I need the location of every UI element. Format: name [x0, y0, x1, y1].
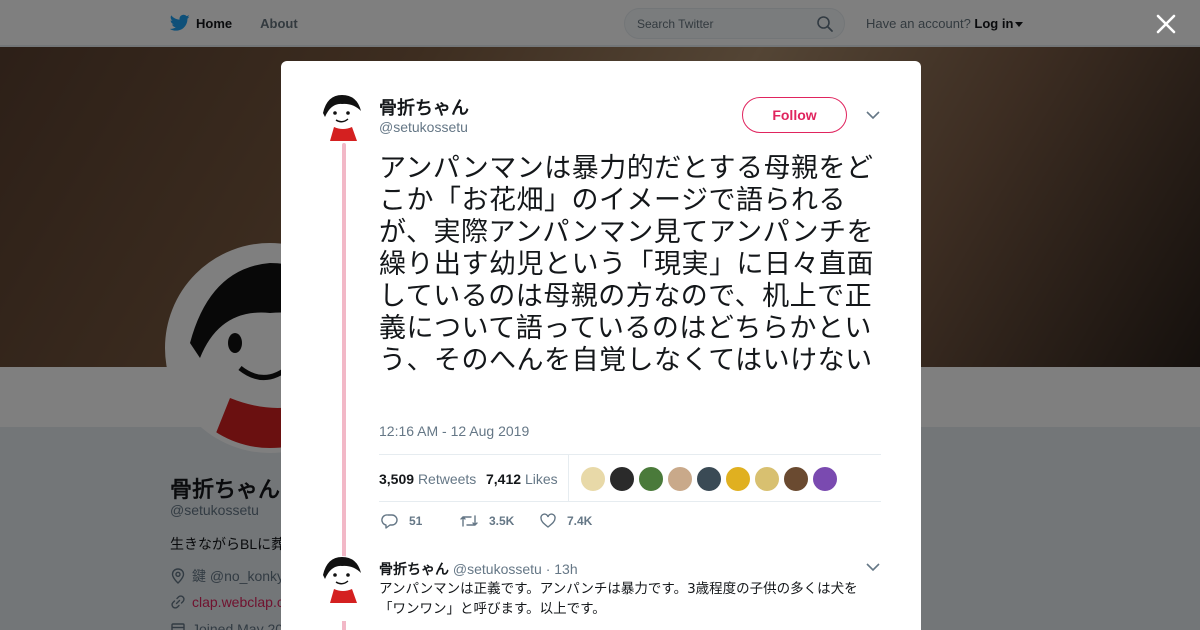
- heart-icon: [540, 513, 556, 528]
- reply-time[interactable]: · 13h: [546, 561, 578, 577]
- reply-header: 骨折ちゃん @setukossetu · 13h: [379, 559, 578, 579]
- liker-avatar[interactable]: [667, 466, 693, 492]
- tweet-text: アンパンマンは暴力的だとする母親をどこか「お花畑」のイメージで語られるが、実際ア…: [379, 153, 874, 376]
- likes-label: Likes: [524, 471, 558, 487]
- retweets-stat[interactable]: 3,509 Retweets: [379, 471, 476, 487]
- like-count: 7.4K: [567, 514, 593, 528]
- tweet-timestamp[interactable]: 12:16 AM - 12 Aug 2019: [379, 423, 529, 439]
- liker-avatar[interactable]: [725, 466, 751, 492]
- liker-avatar[interactable]: [783, 466, 809, 492]
- retweet-icon: [460, 515, 478, 527]
- liker-avatar[interactable]: [609, 466, 635, 492]
- reply-button[interactable]: 51: [381, 512, 422, 530]
- reply-author-handle[interactable]: @setukossetu: [453, 561, 542, 577]
- stats-divider: [568, 455, 569, 502]
- chevron-down-icon[interactable]: [866, 110, 880, 120]
- liker-avatar[interactable]: [696, 466, 722, 492]
- tweet-actions: 51 3.5K 7.4K: [379, 512, 679, 536]
- close-icon[interactable]: [1152, 10, 1180, 38]
- likes-count: 7,412: [486, 471, 522, 487]
- author-name[interactable]: 骨折ちゃん: [379, 94, 469, 120]
- reply-author-avatar[interactable]: [321, 555, 363, 603]
- liker-avatar[interactable]: [754, 466, 780, 492]
- reply-count: 51: [409, 514, 423, 528]
- tweet-modal: 骨折ちゃん @setukossetu Follow アンパンマンは暴力的だとする…: [281, 61, 921, 630]
- liker-avatar[interactable]: [638, 466, 664, 492]
- liker-avatar[interactable]: [812, 466, 838, 492]
- like-button[interactable]: 7.4K: [539, 512, 592, 530]
- liker-avatar[interactable]: [580, 466, 606, 492]
- reply-tweet[interactable]: 骨折ちゃん @setukossetu · 13h アンパンマンは正義です。アンパ…: [281, 555, 921, 630]
- likes-stat[interactable]: 7,412 Likes: [486, 471, 558, 487]
- retweet-button[interactable]: 3.5K: [459, 512, 514, 530]
- author-avatar[interactable]: [321, 93, 363, 141]
- follow-button[interactable]: Follow: [742, 97, 847, 133]
- retweets-label: Retweets: [417, 471, 477, 487]
- reply-text: アンパンマンは正義です。アンパンチは暴力です。3歳程度の子供の多くは犬を「ワンワ…: [379, 581, 858, 617]
- tweet-stats: 3,509 Retweets 7,412 Likes: [379, 454, 881, 502]
- thread-line: [342, 143, 346, 558]
- reply-icon: [381, 514, 398, 529]
- retweet-count: 3.5K: [489, 514, 515, 528]
- author-handle[interactable]: @setukossetu: [379, 119, 468, 135]
- chevron-down-icon[interactable]: [866, 562, 880, 572]
- reply-author-name[interactable]: 骨折ちゃん: [379, 561, 449, 577]
- retweets-count: 3,509: [379, 471, 415, 487]
- topbar-backdrop[interactable]: [0, 0, 1200, 47]
